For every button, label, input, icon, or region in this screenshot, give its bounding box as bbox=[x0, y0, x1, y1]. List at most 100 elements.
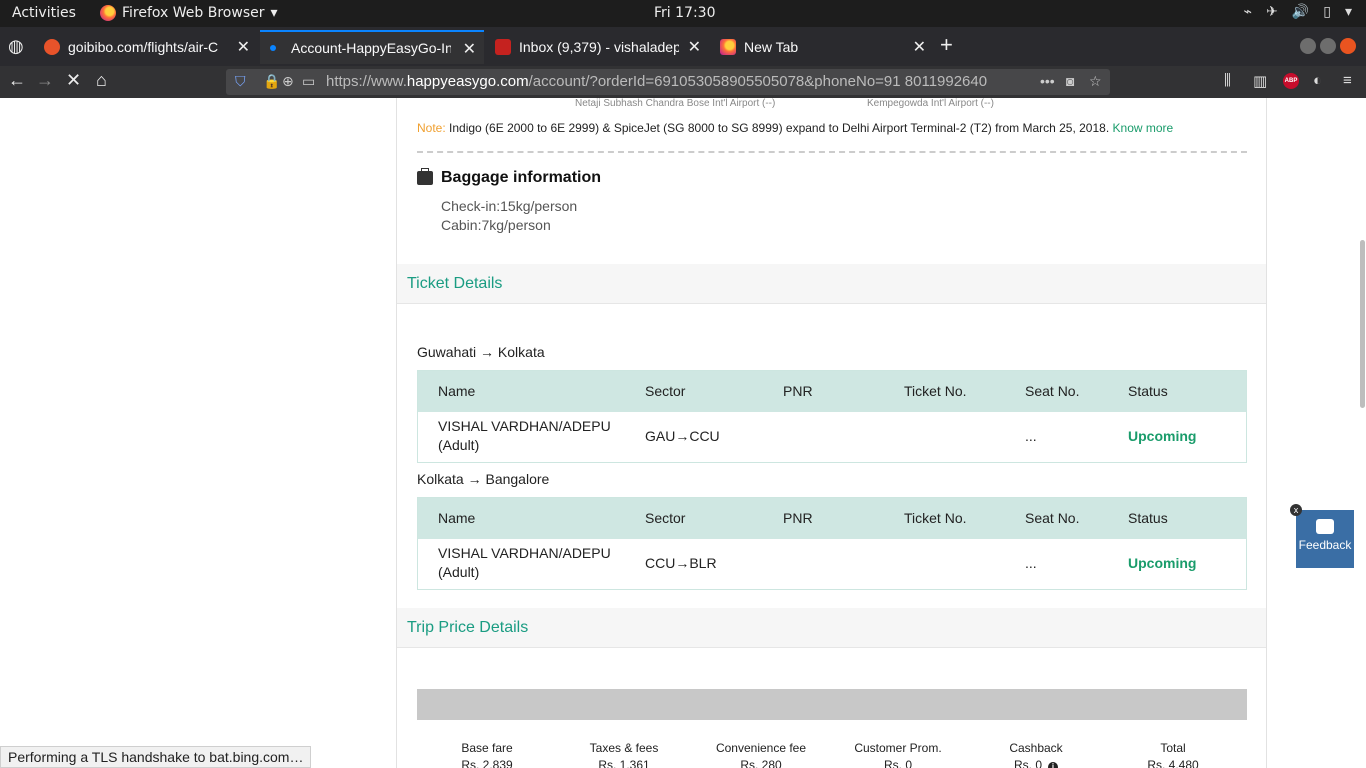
know-more-link[interactable]: Know more bbox=[1113, 121, 1174, 135]
note-label: Note: bbox=[417, 121, 446, 135]
fare-value: Rs. 1,361 bbox=[598, 758, 650, 768]
col-ticket-no: Ticket No. bbox=[904, 383, 967, 399]
adblock-plus-icon[interactable]: ABP bbox=[1283, 73, 1299, 89]
feedback-label: Feedback bbox=[1298, 538, 1352, 552]
close-icon[interactable]: ✕ bbox=[463, 39, 476, 59]
fare-label: Cashback bbox=[1009, 741, 1063, 755]
seat-no: ... bbox=[1025, 555, 1037, 571]
table-header: Name Sector PNR Ticket No. Seat No. Stat… bbox=[418, 498, 1246, 539]
forward-arrow-icon[interactable]: → bbox=[36, 70, 54, 91]
loading-icon bbox=[270, 45, 276, 51]
fare-table-header-bar bbox=[417, 689, 1247, 720]
segment-route: Kolkata → Bangalore bbox=[417, 471, 550, 487]
page-scrollbar[interactable] bbox=[1360, 240, 1365, 408]
arrival-airport: Kempegowda Int'l Airport (--) bbox=[867, 98, 994, 109]
lock-icon[interactable]: 🔒 bbox=[263, 73, 280, 90]
address-bar[interactable]: ⛉ 🔒 ⊕ ▭ https://www.happyeasygo.com/acco… bbox=[226, 69, 1110, 95]
activities-button[interactable]: Activities bbox=[12, 5, 76, 21]
extension-icon[interactable]: ◐ bbox=[1313, 72, 1322, 89]
tab-title: New Tab bbox=[744, 39, 799, 55]
chevron-down-icon: ▾ bbox=[270, 5, 278, 21]
back-arrow-icon[interactable]: ← bbox=[8, 70, 26, 91]
app-menu[interactable]: Firefox Web Browser ▾ bbox=[100, 5, 278, 21]
sector: GAU→CCU bbox=[645, 428, 720, 444]
sector: CCU→BLR bbox=[645, 555, 717, 571]
close-icon[interactable]: ✕ bbox=[688, 37, 701, 57]
tab-goibibo[interactable]: goibibo.com/flights/air-C ✕ bbox=[34, 30, 258, 64]
shield-icon[interactable]: ⛉ bbox=[235, 73, 246, 90]
navigation-bar: ← → ✕ ⌂ ⛉ 🔒 ⊕ ▭ https://www.happyeasygo.… bbox=[0, 66, 1366, 98]
ticket-table: Name Sector PNR Ticket No. Seat No. Stat… bbox=[417, 370, 1247, 463]
fare-cashback: Cashback Rs. 0 i bbox=[966, 741, 1106, 768]
ticket-table: Name Sector PNR Ticket No. Seat No. Stat… bbox=[417, 497, 1247, 590]
url-text[interactable]: https://www.happyeasygo.com/account/?ord… bbox=[326, 73, 987, 90]
page-actions-icon[interactable]: ••• bbox=[1040, 73, 1055, 89]
tracking-icon[interactable]: ⊕ bbox=[282, 73, 294, 90]
tab-inbox[interactable]: Inbox (9,379) - vishaladep ✕ bbox=[485, 30, 709, 64]
close-icon[interactable]: ✕ bbox=[237, 37, 250, 57]
col-name: Name bbox=[438, 383, 476, 399]
permissions-icon[interactable]: ▭ bbox=[302, 73, 315, 90]
divider bbox=[417, 151, 1247, 153]
web-page: Netaji Subhash Chandra Bose Int'l Airpor… bbox=[0, 98, 1366, 768]
close-icon[interactable]: ✕ bbox=[913, 37, 926, 57]
account-content: Netaji Subhash Chandra Bose Int'l Airpor… bbox=[396, 98, 1267, 768]
battery-icon: ▯ bbox=[1323, 4, 1331, 20]
fare-label: Base fare bbox=[461, 741, 513, 755]
minimize-button[interactable] bbox=[1300, 38, 1316, 54]
fare-value: Rs. 280 bbox=[740, 758, 782, 768]
home-icon[interactable]: ⌂ bbox=[96, 70, 107, 91]
fare-value: Rs. 0 i bbox=[966, 758, 1106, 768]
menu-hamburger-icon[interactable]: ≡ bbox=[1343, 72, 1352, 89]
status-badge: Upcoming bbox=[1128, 428, 1197, 444]
tab-happyeasygo[interactable]: Account-HappyEasyGo-In ✕ bbox=[260, 30, 484, 64]
fare-value: Rs. 4,480 bbox=[1147, 758, 1199, 768]
tab-strip: goibibo.com/flights/air-C ✕ Account-Happ… bbox=[0, 27, 1366, 66]
departure-airport: Netaji Subhash Chandra Bose Int'l Airpor… bbox=[575, 98, 776, 109]
ticket-details-header: Ticket Details bbox=[397, 264, 1266, 304]
info-icon[interactable]: i bbox=[1048, 762, 1058, 768]
col-sector: Sector bbox=[645, 510, 686, 526]
col-status: Status bbox=[1128, 510, 1168, 526]
col-name: Name bbox=[438, 510, 476, 526]
table-row: VISHAL VARDHAN/ADEPU (Adult) GAU→CCU ...… bbox=[418, 412, 1246, 462]
fare-convenience: Convenience fee Rs. 280 bbox=[691, 741, 831, 768]
fare-base: Base fare Rs. 2,839 bbox=[417, 741, 557, 768]
col-seat-no: Seat No. bbox=[1025, 383, 1080, 399]
gmail-icon bbox=[495, 39, 511, 55]
window-close-button[interactable] bbox=[1340, 38, 1356, 54]
col-sector: Sector bbox=[645, 383, 686, 399]
chat-bubble-icon bbox=[1316, 519, 1334, 534]
tab-new-tab[interactable]: New Tab ✕ bbox=[710, 30, 934, 64]
firefox-icon bbox=[100, 5, 116, 21]
baggage-icon bbox=[417, 168, 433, 185]
fare-taxes: Taxes & fees Rs. 1,361 bbox=[554, 741, 694, 768]
firefox-icon bbox=[720, 39, 736, 55]
library-icon[interactable]: ⫼ bbox=[1224, 72, 1231, 89]
fare-value: Rs. 2,839 bbox=[461, 758, 513, 768]
app-menu-label: Firefox Web Browser bbox=[122, 5, 265, 21]
status-badge: Upcoming bbox=[1128, 555, 1197, 571]
maximize-button[interactable] bbox=[1320, 38, 1336, 54]
fare-total: Total Rs. 4,480 bbox=[1103, 741, 1243, 768]
col-ticket-no: Ticket No. bbox=[904, 510, 967, 526]
pocket-icon[interactable]: ◙ bbox=[1066, 73, 1074, 89]
globe-icon[interactable]: ◍ bbox=[8, 36, 24, 57]
status-bar: Performing a TLS handshake to bat.bing.c… bbox=[0, 746, 312, 768]
feedback-button[interactable]: Feedback bbox=[1296, 510, 1354, 568]
col-pnr: PNR bbox=[783, 383, 813, 399]
fare-label: Taxes & fees bbox=[589, 741, 659, 755]
bookmark-star-icon[interactable]: ☆ bbox=[1089, 73, 1102, 90]
sidebar-icon[interactable]: ▥ bbox=[1253, 72, 1267, 90]
stop-loading-icon[interactable]: ✕ bbox=[66, 70, 81, 91]
feedback-close-icon[interactable]: x bbox=[1290, 504, 1302, 516]
airplane-icon: ✈ bbox=[1266, 4, 1278, 20]
cashback-value: Rs. 0 bbox=[1013, 758, 1042, 768]
terminal-note: Note: Indigo (6E 2000 to 6E 2999) & Spic… bbox=[417, 121, 1173, 135]
clock[interactable]: Fri 17:30 bbox=[654, 5, 715, 21]
table-row: VISHAL VARDHAN/ADEPU (Adult) CCU→BLR ...… bbox=[418, 539, 1246, 589]
network-icon: ⌁ bbox=[1243, 4, 1253, 20]
system-top-bar: Activities Firefox Web Browser ▾ Fri 17:… bbox=[0, 0, 1366, 27]
new-tab-button[interactable]: + bbox=[940, 32, 953, 58]
system-tray[interactable]: ⌁ ✈ 🔊 ▯ ▾ bbox=[1244, 4, 1352, 20]
